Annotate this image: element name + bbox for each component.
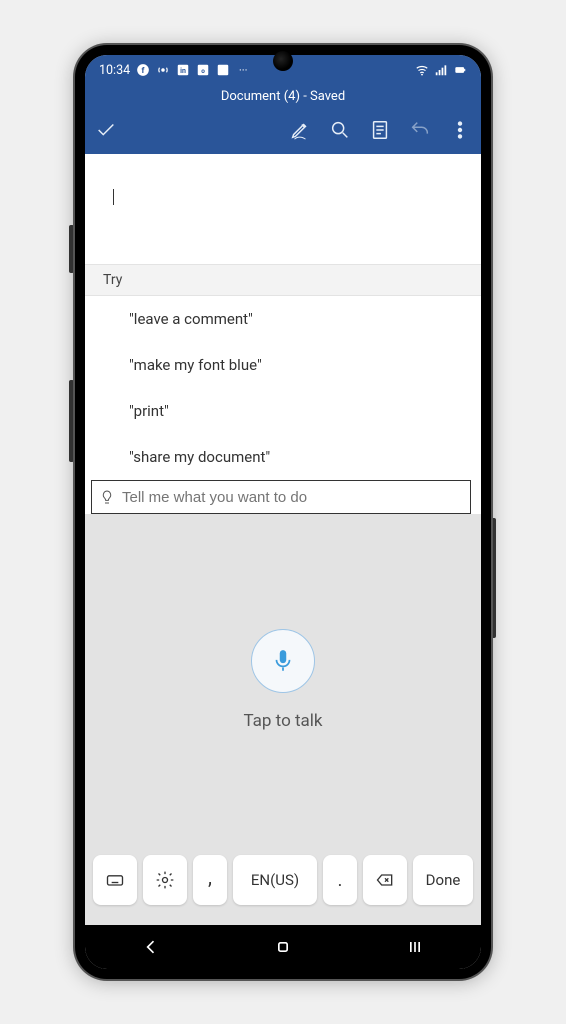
svg-text:in: in	[180, 67, 186, 75]
svg-text:f: f	[142, 65, 145, 75]
suggestion-item[interactable]: "share my document"	[85, 434, 481, 480]
hotspot-icon	[156, 63, 170, 77]
outlook-icon: o	[196, 63, 210, 77]
keyboard-row: , EN(US) . Done	[85, 845, 481, 925]
tell-me-input[interactable]	[122, 489, 470, 506]
period-key[interactable]: .	[323, 855, 357, 905]
tell-me-box[interactable]	[91, 480, 471, 514]
mic-icon	[270, 648, 296, 674]
pen-icon[interactable]	[289, 119, 311, 141]
settings-key[interactable]	[143, 855, 187, 905]
front-camera	[273, 51, 293, 71]
battery-icon	[453, 63, 467, 77]
lightbulb-icon	[92, 489, 122, 505]
statusbar-time: 10:34	[99, 63, 130, 78]
signal-icon	[434, 63, 448, 77]
comma-key[interactable]: ,	[193, 855, 227, 905]
keyboard-switch-key[interactable]	[93, 855, 137, 905]
mic-button[interactable]	[251, 629, 315, 693]
svg-text:o: o	[201, 67, 205, 75]
suggestion-item[interactable]: "leave a comment"	[85, 296, 481, 342]
recents-button[interactable]	[405, 937, 425, 957]
phone-frame: 10:34 f in o ··· Document (4) - Saved	[75, 45, 491, 979]
facebook-icon: f	[136, 63, 150, 77]
exchange-icon	[216, 63, 230, 77]
more-vert-icon[interactable]	[449, 119, 471, 141]
try-label: Try	[103, 272, 122, 288]
confirm-button[interactable]	[95, 119, 117, 141]
reading-view-icon[interactable]	[369, 119, 391, 141]
suggestion-item[interactable]: "make my font blue"	[85, 342, 481, 388]
android-navbar	[85, 925, 481, 969]
language-key[interactable]: EN(US)	[233, 855, 317, 905]
back-button[interactable]	[141, 937, 161, 957]
more-icon: ···	[236, 63, 250, 77]
text-cursor	[113, 189, 313, 205]
backspace-icon	[375, 870, 395, 890]
suggestion-item[interactable]: "print"	[85, 388, 481, 434]
wifi-icon	[415, 63, 429, 77]
screen: 10:34 f in o ··· Document (4) - Saved	[85, 55, 481, 969]
home-button[interactable]	[273, 937, 293, 957]
done-key[interactable]: Done	[413, 855, 473, 905]
linkedin-icon: in	[176, 63, 190, 77]
keyboard-icon	[105, 870, 125, 890]
titlebar: Document (4) - Saved	[85, 85, 481, 110]
document-title: Document (4) - Saved	[221, 89, 345, 104]
search-icon[interactable]	[329, 119, 351, 141]
toolbar	[85, 110, 481, 154]
suggestions-list: "leave a comment" "make my font blue" "p…	[85, 296, 481, 480]
tap-to-talk-label: Tap to talk	[243, 711, 322, 731]
voice-panel: Tap to talk	[85, 514, 481, 845]
backspace-key[interactable]	[363, 855, 407, 905]
undo-icon[interactable]	[409, 119, 431, 141]
suggestions-header: Try	[85, 264, 481, 296]
document-area[interactable]	[85, 154, 481, 264]
gear-icon	[155, 870, 175, 890]
